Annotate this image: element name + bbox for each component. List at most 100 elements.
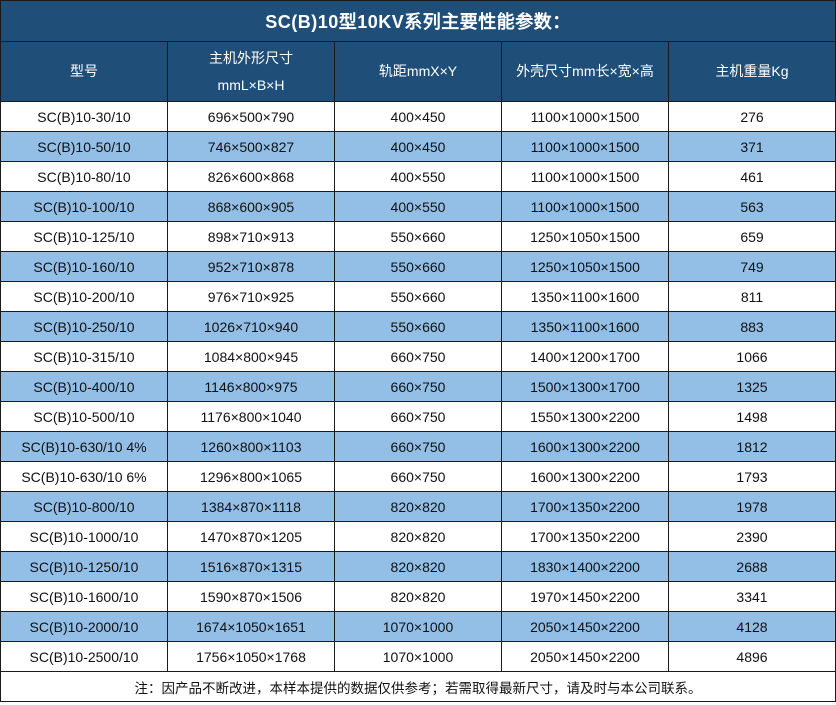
cell-shell: 1350×1100×1600 [502,282,669,312]
column-header-dimensions-line2: mmL×B×H [218,77,285,93]
cell-weight: 276 [669,102,836,132]
table-note-row: 注：因产品不断改进，本样本提供的数据仅供参考；若需取得最新尺寸，请及时与本公司联… [1,672,836,702]
cell-shell: 1700×1350×2200 [502,522,669,552]
cell-gauge: 820×820 [335,552,502,582]
cell-gauge: 660×750 [335,432,502,462]
cell-dimensions: 1384×870×1118 [168,492,335,522]
cell-shell: 2050×1450×2200 [502,642,669,672]
performance-spec-table: SC(B)10型10KV系列主要性能参数： 型号 主机外形尺寸 mmL×B×H … [0,0,836,702]
cell-gauge: 550×660 [335,252,502,282]
cell-shell: 1100×1000×1500 [502,132,669,162]
cell-dimensions: 1146×800×975 [168,372,335,402]
cell-weight: 749 [669,252,836,282]
table-row: SC(B)10-1600/10 1590×870×1506 820×820 19… [1,582,836,612]
table-row: SC(B)10-30/10 696×500×790 400×450 1100×1… [1,102,836,132]
cell-gauge: 1070×1000 [335,612,502,642]
cell-gauge: 820×820 [335,492,502,522]
column-header-dimensions-line1: 主机外形尺寸 [209,50,293,66]
cell-gauge: 400×450 [335,102,502,132]
cell-shell: 1500×1300×1700 [502,372,669,402]
cell-model: SC(B)10-630/10 4% [1,432,168,462]
cell-weight: 1793 [669,462,836,492]
cell-dimensions: 1470×870×1205 [168,522,335,552]
table-row: SC(B)10-315/10 1084×800×945 660×750 1400… [1,342,836,372]
cell-gauge: 400×550 [335,192,502,222]
cell-weight: 1978 [669,492,836,522]
cell-weight: 4896 [669,642,836,672]
cell-weight: 1812 [669,432,836,462]
table-row: SC(B)10-80/10 826×600×868 400×550 1100×1… [1,162,836,192]
cell-model: SC(B)10-50/10 [1,132,168,162]
cell-weight: 1066 [669,342,836,372]
cell-dimensions: 826×600×868 [168,162,335,192]
cell-shell: 1250×1050×1500 [502,222,669,252]
cell-model: SC(B)10-30/10 [1,102,168,132]
cell-weight: 659 [669,222,836,252]
cell-gauge: 660×750 [335,342,502,372]
cell-shell: 1600×1300×2200 [502,432,669,462]
cell-weight: 461 [669,162,836,192]
cell-dimensions: 1026×710×940 [168,312,335,342]
cell-model: SC(B)10-315/10 [1,342,168,372]
cell-gauge: 400×450 [335,132,502,162]
cell-dimensions: 696×500×790 [168,102,335,132]
table-row: SC(B)10-50/10 746×500×827 400×450 1100×1… [1,132,836,162]
cell-shell: 1700×1350×2200 [502,492,669,522]
table-row: SC(B)10-125/10 898×710×913 550×660 1250×… [1,222,836,252]
cell-model: SC(B)10-250/10 [1,312,168,342]
cell-shell: 1100×1000×1500 [502,192,669,222]
cell-weight: 563 [669,192,836,222]
cell-dimensions: 1516×870×1315 [168,552,335,582]
cell-model: SC(B)10-1600/10 [1,582,168,612]
cell-dimensions: 1590×870×1506 [168,582,335,612]
table-row: SC(B)10-400/10 1146×800×975 660×750 1500… [1,372,836,402]
cell-weight: 2390 [669,522,836,552]
table-row: SC(B)10-160/10 952×710×878 550×660 1250×… [1,252,836,282]
cell-model: SC(B)10-630/10 6% [1,462,168,492]
cell-dimensions: 952×710×878 [168,252,335,282]
cell-gauge: 550×660 [335,312,502,342]
cell-model: SC(B)10-2500/10 [1,642,168,672]
cell-model: SC(B)10-200/10 [1,282,168,312]
cell-dimensions: 1260×800×1103 [168,432,335,462]
cell-gauge: 400×550 [335,162,502,192]
cell-shell: 1970×1450×2200 [502,582,669,612]
cell-weight: 883 [669,312,836,342]
cell-shell: 1100×1000×1500 [502,102,669,132]
table-title: SC(B)10型10KV系列主要性能参数： [1,1,836,42]
page: SC(B)10型10KV系列主要性能参数： 型号 主机外形尺寸 mmL×B×H … [0,0,836,705]
cell-gauge: 660×750 [335,462,502,492]
cell-weight: 2688 [669,552,836,582]
table-header-row: 型号 主机外形尺寸 mmL×B×H 轨距mmX×Y 外壳尺寸mm长×宽×高 主机… [1,42,836,102]
column-header-gauge: 轨距mmX×Y [335,42,502,102]
cell-dimensions: 868×600×905 [168,192,335,222]
cell-weight: 371 [669,132,836,162]
column-header-dimensions: 主机外形尺寸 mmL×B×H [168,42,335,102]
table-row: SC(B)10-500/10 1176×800×1040 660×750 155… [1,402,836,432]
cell-shell: 1250×1050×1500 [502,252,669,282]
cell-weight: 1325 [669,372,836,402]
cell-model: SC(B)10-1250/10 [1,552,168,582]
cell-gauge: 660×750 [335,402,502,432]
table-row: SC(B)10-250/10 1026×710×940 550×660 1350… [1,312,836,342]
column-header-weight: 主机重量Kg [669,42,836,102]
cell-dimensions: 746×500×827 [168,132,335,162]
cell-shell: 1350×1100×1600 [502,312,669,342]
cell-shell: 2050×1450×2200 [502,612,669,642]
cell-model: SC(B)10-100/10 [1,192,168,222]
table-note: 注：因产品不断改进，本样本提供的数据仅供参考；若需取得最新尺寸，请及时与本公司联… [1,672,836,702]
table-row: SC(B)10-1250/10 1516×870×1315 820×820 18… [1,552,836,582]
cell-dimensions: 976×710×925 [168,282,335,312]
table-row: SC(B)10-1000/10 1470×870×1205 820×820 17… [1,522,836,552]
cell-shell: 1400×1200×1700 [502,342,669,372]
cell-shell: 1550×1300×2200 [502,402,669,432]
cell-model: SC(B)10-160/10 [1,252,168,282]
cell-model: SC(B)10-400/10 [1,372,168,402]
table-row: SC(B)10-100/10 868×600×905 400×550 1100×… [1,192,836,222]
cell-dimensions: 1296×800×1065 [168,462,335,492]
cell-model: SC(B)10-1000/10 [1,522,168,552]
cell-model: SC(B)10-80/10 [1,162,168,192]
cell-model: SC(B)10-800/10 [1,492,168,522]
cell-dimensions: 1674×1050×1651 [168,612,335,642]
cell-model: SC(B)10-500/10 [1,402,168,432]
